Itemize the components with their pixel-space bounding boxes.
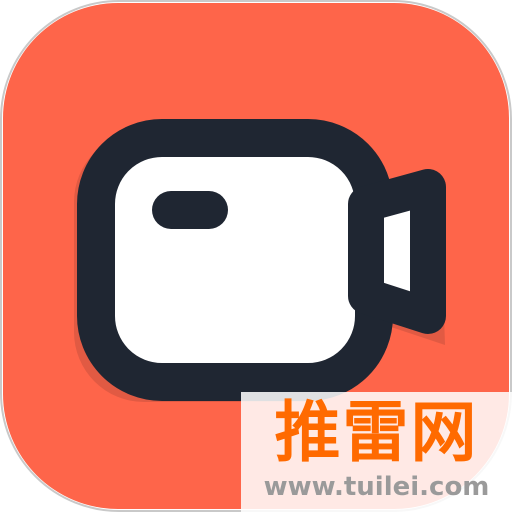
watermark-url: www.tuilei.com [263,472,490,502]
record-indicator [152,191,228,229]
app-icon-canvas: 推雷网 www.tuilei.com [0,0,512,512]
camera-body [77,119,393,401]
camera-lens [348,169,446,334]
watermark-title: 推雷网 [274,394,479,471]
watermark: 推雷网 www.tuilei.com [241,392,512,512]
